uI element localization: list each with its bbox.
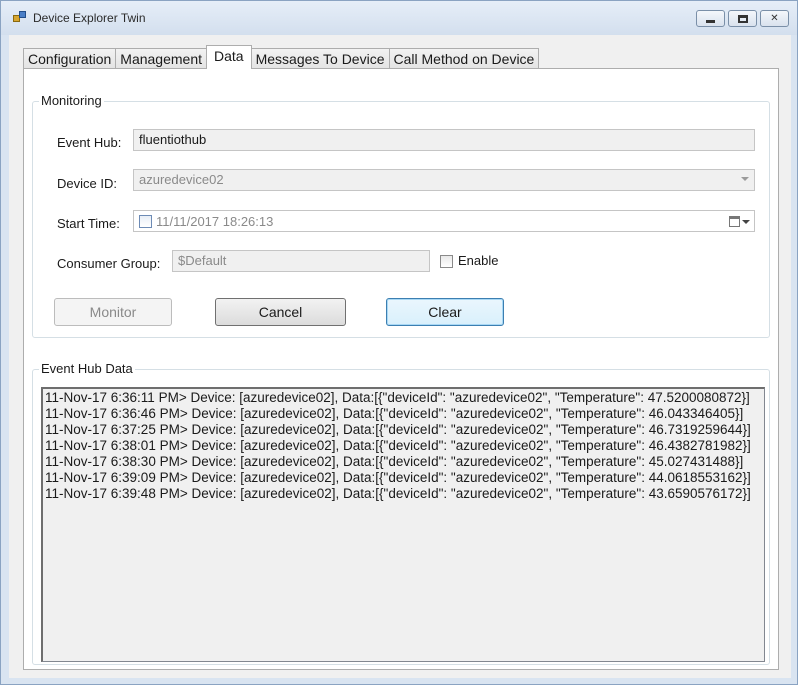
log-line: 11-Nov-17 6:36:46 PM> Device: [azuredevi… [45,406,744,421]
event-hub-data-group: Event Hub Data 11-Nov-17 6:36:11 PM> Dev… [32,361,770,665]
tab-management[interactable]: Management [115,48,207,69]
maximize-button[interactable] [728,10,757,27]
clear-button[interactable]: Clear [386,298,504,326]
log-line: 11-Nov-17 6:37:25 PM> Device: [azuredevi… [45,422,751,437]
tab-data[interactable]: Data [206,45,252,69]
device-id-label: Device ID: [57,176,117,191]
log-line: 11-Nov-17 6:39:48 PM> Device: [azuredevi… [45,486,751,501]
title-bar[interactable]: Device Explorer Twin ✕ [1,1,797,35]
start-time-checkbox[interactable] [139,215,152,228]
app-icon [13,11,27,23]
close-icon: ✕ [770,13,779,24]
monitoring-group-label: Monitoring [39,93,104,108]
caption-buttons: ✕ [696,10,789,27]
tab-strip: Configuration Management Data Messages T… [23,45,540,69]
maximize-icon [737,14,748,23]
log-line: 11-Nov-17 6:38:30 PM> Device: [azuredevi… [45,454,744,469]
device-id-combobox[interactable]: azuredevice02 [133,169,755,191]
tab-configuration[interactable]: Configuration [23,48,117,69]
client-area: Configuration Management Data Messages T… [9,35,791,678]
enable-checkbox[interactable] [440,255,453,268]
monitor-button[interactable]: Monitor [54,298,172,326]
calendar-icon[interactable] [729,216,740,227]
chevron-down-icon [741,177,749,181]
app-window: Device Explorer Twin ✕ Configuration Man… [0,0,798,685]
log-line: 11-Nov-17 6:38:01 PM> Device: [azuredevi… [45,438,751,453]
start-time-label: Start Time: [57,216,120,231]
consumer-group-field[interactable]: $Default [172,250,430,272]
monitoring-group: Monitoring Event Hub: fluentiothub Devic… [32,93,770,338]
tab-messages-to-device[interactable]: Messages To Device [250,48,390,69]
enable-label: Enable [458,253,499,268]
event-hub-field[interactable]: fluentiothub [133,129,755,151]
data-tab-panel: Monitoring Event Hub: fluentiothub Devic… [23,68,779,670]
log-line: 11-Nov-17 6:36:11 PM> Device: [azuredevi… [45,390,750,405]
start-time-value: 11/11/2017 18:26:13 [156,214,274,229]
event-hub-data-group-label: Event Hub Data [39,361,135,376]
event-hub-data-log[interactable]: 11-Nov-17 6:36:11 PM> Device: [azuredevi… [41,387,765,662]
close-button[interactable]: ✕ [760,10,789,27]
consumer-group-label: Consumer Group: [57,256,161,271]
device-id-value: azuredevice02 [139,172,224,187]
dropdown-arrow-icon[interactable] [742,220,750,224]
minimize-button[interactable] [696,10,725,27]
tab-call-method-on-device[interactable]: Call Method on Device [388,48,540,69]
window-title: Device Explorer Twin [33,11,146,25]
log-line: 11-Nov-17 6:39:09 PM> Device: [azuredevi… [45,470,751,485]
minimize-icon [706,20,715,23]
cancel-button[interactable]: Cancel [215,298,346,326]
event-hub-label: Event Hub: [57,135,122,150]
start-time-picker[interactable]: 11/11/2017 18:26:13 [133,210,755,232]
